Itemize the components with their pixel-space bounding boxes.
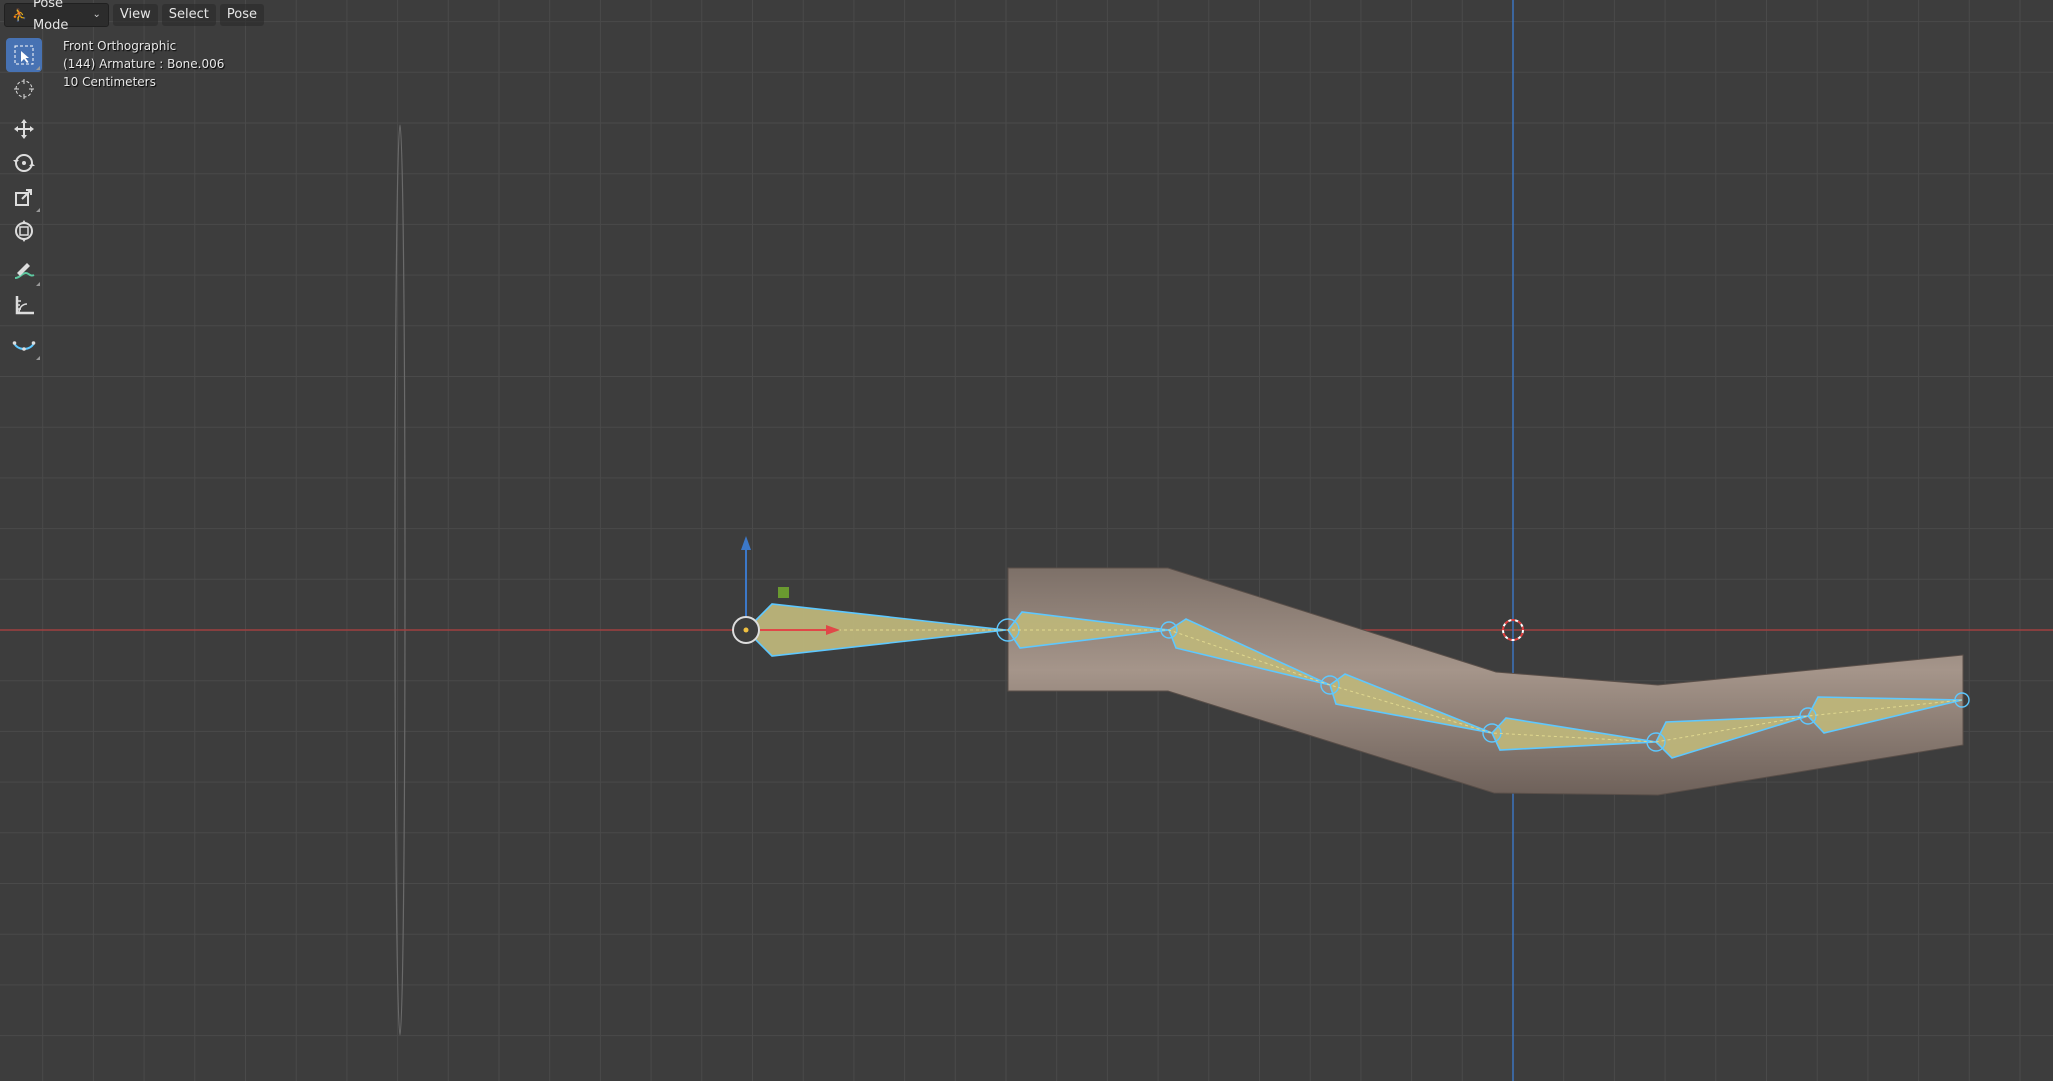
scale-tool[interactable] [6, 180, 42, 214]
annotate-icon [14, 263, 35, 279]
xz-plane-handle[interactable] [778, 587, 789, 598]
move-tool[interactable] [6, 112, 42, 146]
transform-icon [15, 220, 33, 242]
cursor-icon [14, 79, 34, 99]
transform-tool[interactable] [6, 214, 42, 248]
object-info: (144) Armature : Bone.006 [63, 57, 225, 71]
view-name: Front Orthographic [63, 39, 177, 53]
viewport-header: ⛹ Pose Mode ⌄ View Select Pose [0, 0, 264, 33]
tool-options-indicator [36, 208, 40, 212]
tool-shelf [5, 38, 43, 362]
tool-options-indicator [36, 356, 40, 360]
measure-tool[interactable] [6, 288, 42, 322]
bone-size-tool[interactable] [6, 328, 42, 362]
tool-options-indicator [36, 282, 40, 286]
menu-view[interactable]: View [112, 4, 158, 26]
rotate-tool[interactable] [6, 146, 42, 180]
menu-pose[interactable]: Pose [219, 4, 264, 26]
menu-select[interactable]: Select [161, 4, 216, 26]
move-icon [14, 119, 34, 139]
annotate-tool[interactable] [6, 254, 42, 288]
bone-envelope-icon [12, 341, 36, 351]
select-box-tool[interactable] [6, 38, 42, 72]
rotate-icon [13, 154, 35, 172]
scale-icon [15, 189, 32, 206]
viewport-text-info: Front Orthographic (144) Armature : Bone… [63, 37, 224, 91]
pose-mode-icon: ⛹ [12, 8, 27, 22]
chevron-down-icon: ⌄ [92, 9, 101, 20]
cursor-tool[interactable] [6, 72, 42, 106]
mode-select[interactable]: ⛹ Pose Mode ⌄ [4, 0, 109, 33]
mode-label: Pose Mode [32, 0, 69, 33]
tool-options-indicator [36, 66, 40, 70]
measure-icon [15, 296, 34, 315]
grid-scale: 10 Centimeters [63, 75, 156, 89]
select-box-icon [14, 45, 34, 65]
3d-viewport[interactable] [0, 0, 2053, 1081]
